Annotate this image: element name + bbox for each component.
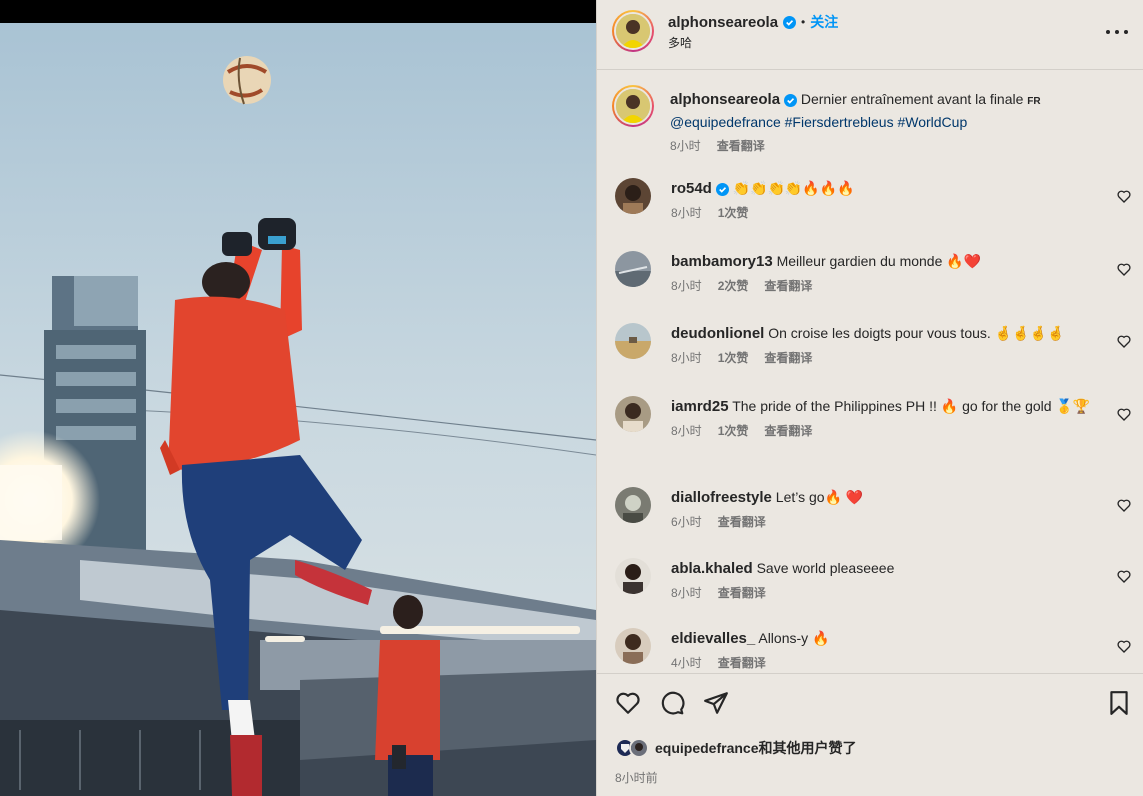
comment-bubble-icon[interactable] — [659, 690, 685, 716]
post-actions: equipedefrance和其他用户赞了 8小时前 — [597, 673, 1143, 796]
heart-like-icon[interactable] — [1116, 261, 1132, 277]
heart-like-icon[interactable] — [1116, 497, 1132, 513]
commenter-username[interactable]: ro54d — [671, 180, 712, 197]
commenter-username[interactable]: diallofreestyle — [671, 489, 772, 506]
comment-text: Save world pleaseeee — [756, 560, 895, 576]
see-translation-button[interactable]: 查看翻译 — [718, 512, 766, 532]
caption-hashtag[interactable]: #WorldCup — [897, 114, 967, 130]
heart-like-icon[interactable] — [1116, 333, 1132, 349]
caption-hashtag[interactable]: #Fiersdertrebleus — [785, 114, 894, 130]
comment-time[interactable]: 8小时 — [671, 203, 702, 223]
commenter-avatar[interactable] — [615, 178, 651, 214]
heart-like-icon[interactable] — [1116, 638, 1132, 654]
comment-time[interactable]: 8小时 — [671, 276, 702, 296]
see-translation-button[interactable]: 查看翻译 — [764, 421, 812, 441]
caption-text: Dernier entraînement avant la finale — [800, 91, 1024, 107]
author-avatar[interactable] — [612, 10, 654, 52]
separator-dot: • — [801, 15, 806, 29]
comment-text: On croise les doigts pour vous tous. 🤞🤞🤞… — [768, 325, 1065, 341]
follow-button[interactable]: 关注 — [810, 12, 838, 32]
commenter-avatar[interactable] — [615, 323, 651, 359]
comment-time[interactable]: 4小时 — [671, 653, 702, 673]
comment-likes-count[interactable]: 2次赞 — [718, 276, 749, 296]
author-username[interactable]: alphonseareola — [668, 14, 778, 31]
comment-text: 👏👏👏👏🔥🔥🔥 — [732, 180, 855, 196]
comment-text: The pride of the Philippines PH !! 🔥 go … — [732, 398, 1091, 414]
liker-username[interactable]: equipedefrance — [655, 740, 758, 756]
caption-mention[interactable]: @equipedefrance — [670, 114, 781, 130]
header-user-line: alphonseareola • 关注 — [668, 12, 838, 32]
see-translation-button[interactable]: 查看翻译 — [764, 276, 812, 296]
commenter-avatar[interactable] — [615, 558, 651, 594]
comment-likes-count[interactable]: 1次赞 — [718, 421, 749, 441]
liker-avatar[interactable] — [629, 738, 649, 758]
verified-badge-icon — [783, 93, 797, 107]
commenter-avatar[interactable] — [615, 396, 651, 432]
comment-time[interactable]: 6小时 — [671, 512, 702, 532]
bookmark-save-icon[interactable] — [1106, 690, 1132, 716]
comment-time[interactable]: 8小时 — [671, 583, 702, 603]
see-translation-button[interactable]: 查看翻译 — [717, 136, 765, 156]
see-translation-button[interactable]: 查看翻译 — [764, 348, 812, 368]
comment-text: Allons-y 🔥 — [758, 630, 830, 646]
commenter-avatar[interactable] — [615, 628, 651, 664]
commenter-username[interactable]: bambamory13 — [671, 253, 773, 270]
commenter-username[interactable]: eldievalles_ — [671, 630, 755, 647]
heart-like-icon[interactable] — [1116, 568, 1132, 584]
verified-badge-icon — [715, 182, 729, 196]
liked-by: equipedefrance和其他用户赞了 — [615, 738, 856, 758]
comments-list[interactable]: alphonseareola Dernier entraînement avan… — [597, 71, 1143, 673]
caption-avatar[interactable] — [612, 85, 654, 127]
commenter-avatar[interactable] — [615, 251, 651, 287]
likers-text: equipedefrance和其他用户赞了 — [655, 738, 856, 758]
post-photo[interactable] — [0, 0, 596, 796]
heart-like-icon[interactable] — [1116, 188, 1132, 204]
like-heart-icon[interactable] — [615, 690, 641, 716]
photo-goalkeeper-jump — [0, 0, 596, 796]
verified-badge-icon — [783, 15, 797, 29]
post-header: alphonseareola • 关注 多哈 — [597, 0, 1143, 70]
likers-suffix[interactable]: 和其他用户赞了 — [758, 740, 856, 756]
heart-like-icon[interactable] — [1116, 406, 1132, 422]
comment-text: Meilleur gardien du monde 🔥❤️ — [776, 253, 982, 269]
see-translation-button[interactable]: 查看翻译 — [718, 653, 766, 673]
comment-likes-count[interactable]: 1次赞 — [718, 348, 749, 368]
flag-fr: FR — [1027, 96, 1041, 107]
comment-text: Let’s go🔥 ❤️ — [775, 489, 864, 505]
share-send-icon[interactable] — [703, 690, 729, 716]
post-location[interactable]: 多哈 — [668, 34, 692, 51]
caption-time[interactable]: 8小时 — [670, 136, 701, 156]
comment-likes-count[interactable]: 1次赞 — [718, 203, 749, 223]
caption-body: alphonseareola Dernier entraînement avan… — [670, 89, 1110, 156]
comment-time[interactable]: 8小时 — [671, 421, 702, 441]
post-side-panel: alphonseareola • 关注 多哈 alphonseareola De… — [596, 0, 1143, 796]
more-options-icon[interactable] — [1106, 22, 1128, 42]
comment-time[interactable]: 8小时 — [671, 348, 702, 368]
commenter-username[interactable]: iamrd25 — [671, 398, 729, 415]
commenter-avatar[interactable] — [615, 487, 651, 523]
caption-username[interactable]: alphonseareola — [670, 91, 780, 108]
commenter-username[interactable]: deudonlionel — [671, 325, 764, 342]
see-translation-button[interactable]: 查看翻译 — [718, 583, 766, 603]
post-time-ago[interactable]: 8小时前 — [615, 769, 658, 786]
commenter-username[interactable]: abla.khaled — [671, 560, 753, 577]
